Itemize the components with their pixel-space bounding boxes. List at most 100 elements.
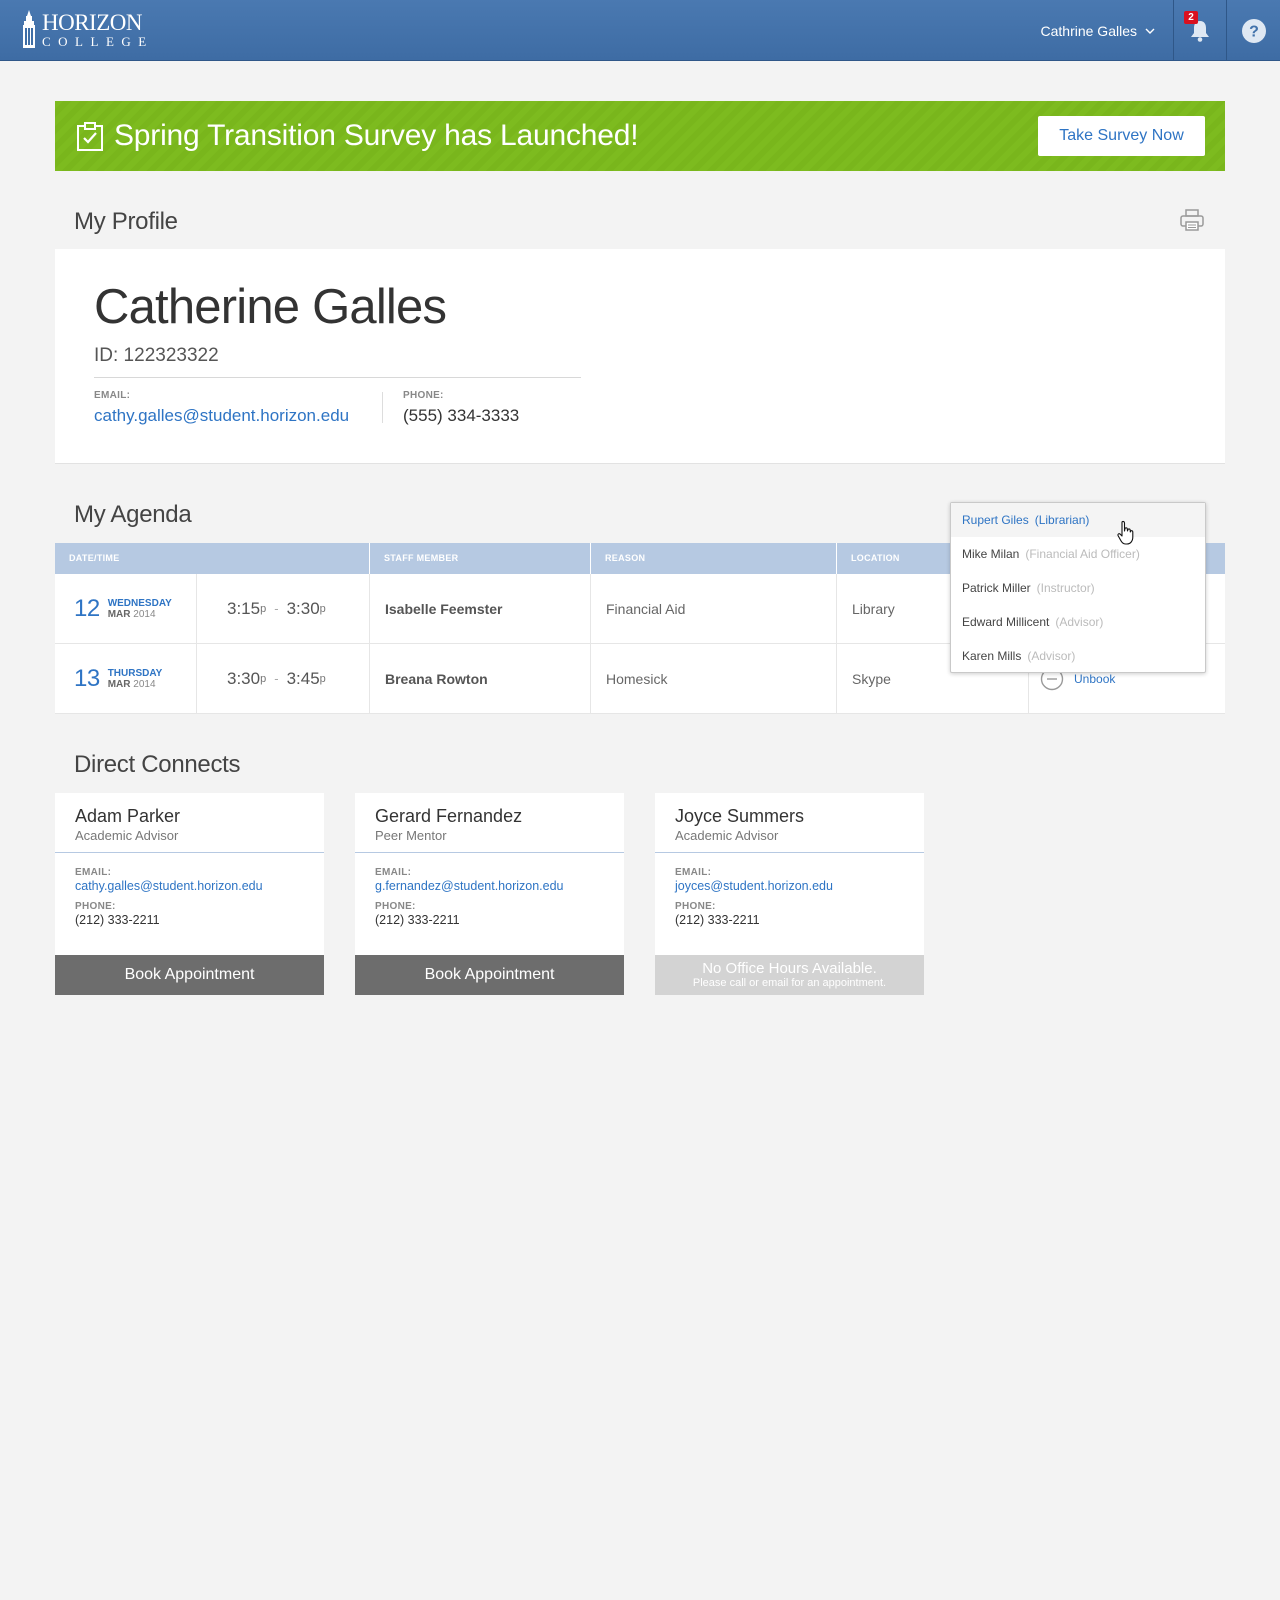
tower-icon [23,10,35,48]
dropdown-item-role: (Instructor) [1036,581,1095,595]
clipboard-check-icon [77,122,103,151]
time-cell: 3:30 p - 3:45 p [197,644,370,713]
phone-label: PHONE: [75,901,116,912]
month: MAR [107,678,131,690]
dropdown-item[interactable]: Mike Milan (Financial Aid Officer) [951,537,1205,571]
dropdown-item[interactable]: Patrick Miller (Instructor) [951,571,1205,605]
email-label: EMAIL: [94,390,131,401]
connect-name: Joyce Summers [675,806,805,826]
phone-label: PHONE: [375,901,416,912]
survey-banner: Spring Transition Survey has Launched! T… [55,101,1225,171]
no-office-hours-notice: No Office Hours Available. Please call o… [655,955,924,995]
year: 2014 [133,608,156,620]
staff-cell: Breana Rowton [370,644,591,713]
no-hours-title: No Office Hours Available. [702,960,877,977]
connect-role: Peer Mentor [375,828,447,843]
dropdown-item[interactable]: Edward Millicent (Advisor) [951,605,1205,639]
dropdown-item[interactable]: Karen Mills (Advisor) [951,639,1205,673]
connect-email-link[interactable]: cathy.galles@student.horizon.edu [75,879,263,893]
user-menu[interactable]: Cathrine Galles [1040,0,1174,61]
start-suffix: p [260,602,267,615]
card-divider [55,852,324,853]
print-icon[interactable] [1179,207,1205,233]
card-divider [355,852,624,853]
end-time: 3:45 [286,668,320,688]
contact-separator [382,392,383,423]
banner-text: Spring Transition Survey has Launched! [114,119,639,152]
start-time: 3:15 [227,598,261,618]
horizon-college-logo[interactable]: HORIZON COLLEGE [20,10,154,48]
weekday: WEDNESDAY [107,597,172,609]
time-separator: - [274,671,279,686]
connect-phone: (212) 333-2211 [75,913,160,927]
logo-wordmark-bottom: COLLEGE [42,33,154,49]
profile-section-title: My Profile [74,208,178,235]
date-cell: 13 THURSDAY MAR 2014 [55,644,197,713]
agenda-section-title: My Agenda [74,501,192,528]
time-separator: - [274,601,279,616]
dropdown-item-name: Karen Mills [962,649,1022,663]
profile-name: Catherine Galles [94,280,447,334]
connect-role: Academic Advisor [675,828,779,843]
connect-name: Gerard Fernandez [375,806,523,826]
dropdown-item-role: (Advisor) [1027,649,1076,663]
card-divider [655,852,924,853]
reason-cell: Financial Aid [591,574,837,643]
phone-label: PHONE: [403,390,444,401]
email-label: EMAIL: [75,867,112,878]
help-button[interactable]: ? [1227,0,1280,61]
dropdown-item-name: Mike Milan [962,547,1020,561]
end-suffix: p [319,672,326,685]
end-suffix: p [319,602,326,615]
help-icon: ? [1241,18,1266,43]
day-number: 12 [74,594,100,622]
end-time: 3:30 [286,598,320,618]
staff-cell: Isabelle Feemster [370,574,591,643]
notification-badge: 2 [1184,11,1198,24]
svg-text:?: ? [1249,23,1259,40]
profile-phone-block: PHONE: (555) 334-3333 [403,390,519,426]
year: 2014 [133,678,156,690]
email-label: EMAIL: [375,867,412,878]
phone-label: PHONE: [675,901,716,912]
connect-email-link[interactable]: g.fernandez@student.horizon.edu [375,879,564,893]
profile-divider [94,377,581,378]
time-cell: 3:15 p - 3:30 p [197,574,370,643]
dropdown-item-name: Rupert Giles [962,513,1029,527]
profile-phone: (555) 334-3333 [403,406,520,425]
month: MAR [107,608,131,620]
connect-email-link[interactable]: joyces@student.horizon.edu [675,879,833,893]
profile-card: Catherine Galles ID: 122323322 EMAIL: ca… [55,249,1225,464]
top-navigation-bar: HORIZON COLLEGE Cathrine Galles 2 ? [0,0,1280,61]
connect-card: Gerard Fernandez Peer Mentor EMAIL: g.fe… [355,793,624,995]
hand-cursor-icon [1117,520,1134,545]
staff-dropdown-menu: Rupert Giles (Librarian) Mike Milan (Finan… [950,502,1206,673]
user-name: Cathrine Galles [1040,22,1138,39]
profile-id: ID: 122323322 [94,345,219,366]
book-appointment-button[interactable]: Book Appointment [355,955,624,995]
dropdown-item-name: Edward Millicent [962,615,1050,629]
dropdown-item-role: (Librarian) [1034,513,1090,527]
connect-phone: (212) 333-2211 [675,913,760,927]
connect-card: Joyce Summers Academic Advisor EMAIL: jo… [655,793,924,995]
connect-role: Academic Advisor [75,828,179,843]
dropdown-item-name: Patrick Miller [962,581,1031,595]
start-time: 3:30 [227,668,261,688]
connect-card: Adam Parker Academic Advisor EMAIL: cath… [55,793,324,995]
take-survey-button[interactable]: Take Survey Now [1038,116,1205,156]
notifications-button[interactable]: 2 [1174,0,1227,61]
dropdown-item[interactable]: Rupert Giles (Librarian) [951,503,1205,537]
no-hours-subtitle: Please call or email for an appointment. [692,977,887,989]
email-label: EMAIL: [675,867,712,878]
column-header-datetime: DATE/TIME [55,543,370,574]
connects-section-title: Direct Connects [74,751,241,778]
profile-email-block: EMAIL: cathy.galles@student.horizon.edu [94,390,349,426]
chevron-down-icon [1145,28,1155,34]
dropdown-item-role: (Financial Aid Officer) [1025,547,1140,561]
unbook-link[interactable]: Unbook [1074,672,1115,686]
connect-name: Adam Parker [75,806,181,826]
profile-email-link[interactable]: cathy.galles@student.horizon.edu [94,406,349,426]
book-appointment-button[interactable]: Book Appointment [55,955,324,995]
column-header-reason: REASON [591,543,837,574]
column-header-staff: STAFF MEMBER [370,543,591,574]
